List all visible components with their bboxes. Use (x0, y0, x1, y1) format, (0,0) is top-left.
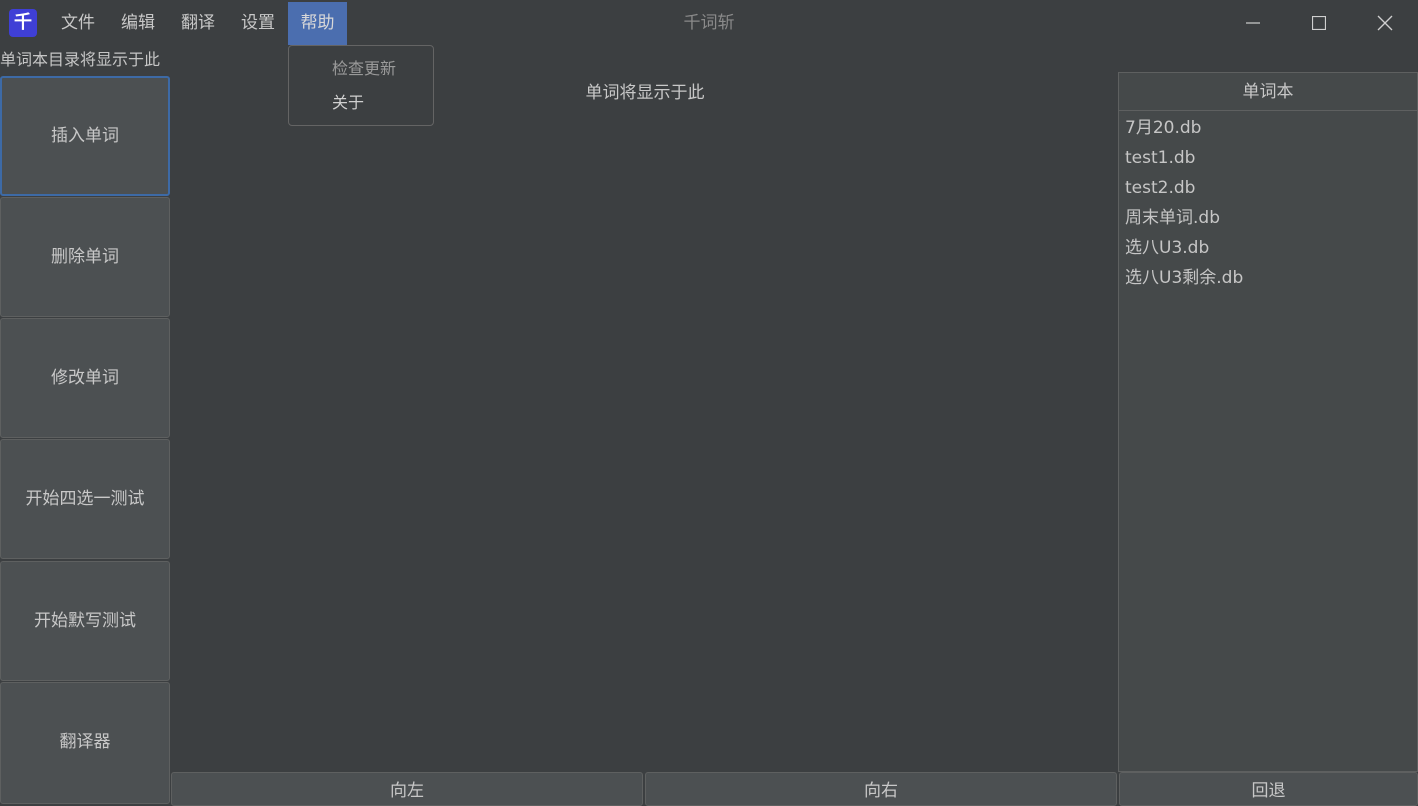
wordbook-list-item[interactable]: test2.db (1125, 173, 1415, 203)
previous-word-button[interactable]: 向左 (171, 772, 643, 806)
title-menu-bar: 千 文件 编辑 翻译 设置 帮助 千词斩 (0, 0, 1418, 46)
wordbook-list-item[interactable]: 选八U3.db (1125, 233, 1415, 263)
wordbook-list: 7月20.db test1.db test2.db 周末单词.db 选八U3.d… (1125, 113, 1415, 293)
about-menu-item[interactable]: 关于 (289, 86, 433, 120)
start-dictation-test-button[interactable]: 开始默写测试 (0, 561, 170, 681)
maximize-icon (1312, 16, 1326, 30)
wordbook-panel-header[interactable]: 单词本 (1119, 73, 1417, 111)
minimize-button[interactable] (1220, 0, 1286, 46)
close-icon (1377, 15, 1393, 31)
insert-word-button[interactable]: 插入单词 (0, 76, 170, 196)
wordbook-panel: 单词本 7月20.db test1.db test2.db 周末单词.db 选八… (1118, 72, 1418, 772)
check-update-menu-item[interactable]: 检查更新 (289, 52, 433, 86)
word-display-area: 单词将显示于此 (585, 83, 705, 103)
help-dropdown-menu: 检查更新 关于 (288, 45, 434, 126)
close-button[interactable] (1352, 0, 1418, 46)
wordbook-list-item[interactable]: 周末单词.db (1125, 203, 1415, 233)
wordbook-directory-label: 单词本目录将显示于此 (0, 50, 161, 69)
wordbook-list-item[interactable]: 选八U3剩余.db (1125, 263, 1415, 293)
edit-word-button[interactable]: 修改单词 (0, 318, 170, 438)
maximize-button[interactable] (1286, 0, 1352, 46)
app-logo-icon: 千 (9, 9, 37, 37)
translator-button[interactable]: 翻译器 (0, 682, 170, 804)
menu-edit[interactable]: 编辑 (108, 2, 168, 45)
menu-file[interactable]: 文件 (48, 2, 108, 45)
menu-translate[interactable]: 翻译 (168, 2, 228, 45)
app-window: 千 文件 编辑 翻译 设置 帮助 千词斩 检查更新 关于 单词本目录将显示于此 … (0, 0, 1418, 806)
next-word-button[interactable]: 向右 (645, 772, 1117, 806)
minimize-icon (1246, 22, 1260, 24)
menu-help[interactable]: 帮助 (288, 2, 347, 45)
wordbook-list-item[interactable]: test1.db (1125, 143, 1415, 173)
delete-word-button[interactable]: 删除单词 (0, 197, 170, 317)
menu-settings[interactable]: 设置 (228, 2, 288, 45)
back-button[interactable]: 回退 (1119, 772, 1418, 806)
window-title: 千词斩 (683, 13, 735, 33)
start-multiple-choice-test-button[interactable]: 开始四选一测试 (0, 439, 170, 559)
wordbook-list-item[interactable]: 7月20.db (1125, 113, 1415, 143)
